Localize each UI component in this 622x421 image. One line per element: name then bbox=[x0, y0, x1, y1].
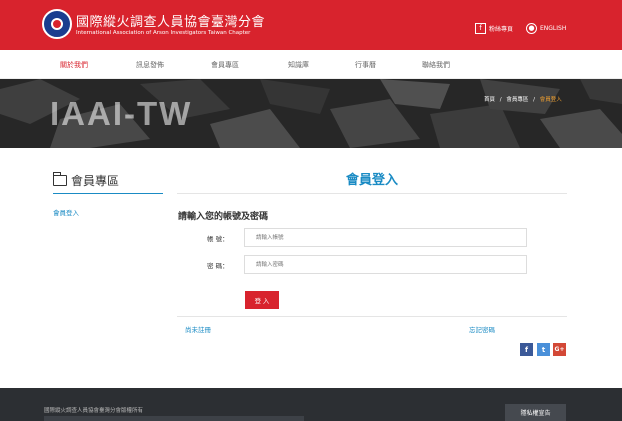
heading-divider bbox=[177, 193, 567, 194]
login-heading: 會員登入 bbox=[345, 173, 398, 188]
sidebar-title: 會員專區 bbox=[52, 172, 120, 189]
site-subtitle: International Association of Arson Inves… bbox=[76, 30, 251, 36]
login-prompt: 請輸入您的帳號及密碼 bbox=[178, 212, 269, 222]
breadcrumb-home[interactable]: 首頁 bbox=[484, 97, 495, 103]
sidebar-item-login[interactable]: 會員登入 bbox=[53, 207, 79, 217]
nav-item-contact[interactable]: 聯絡我們 bbox=[422, 60, 450, 70]
folder-open-icon bbox=[52, 172, 67, 186]
page-banner: IAAI-TW 首頁 / 會員專區 / 會員登入 bbox=[0, 79, 622, 148]
breadcrumb-current: 會員登入 bbox=[539, 97, 562, 103]
top-header: 國際縱火調查人員協會臺灣分會 International Association… bbox=[0, 0, 622, 50]
main-nav: 關於我們 訊息發佈 會員專區 知識庫 行事曆 聯絡我們 bbox=[0, 50, 622, 79]
password-input[interactable] bbox=[244, 255, 527, 274]
breadcrumb-separator: / bbox=[533, 97, 535, 103]
footer-address-line bbox=[44, 416, 304, 421]
facebook-icon: f bbox=[475, 22, 486, 34]
facebook-link-label: 粉絲專頁 bbox=[489, 25, 514, 33]
forgot-password-link[interactable]: 忘記密碼 bbox=[469, 324, 495, 334]
page-footer: 國際縱火調查人員協會臺灣分會版權所有 隱私權宣告 bbox=[0, 388, 622, 421]
twitter-share-icon[interactable]: t bbox=[537, 343, 550, 356]
google-plus-share-icon[interactable]: G+ bbox=[553, 343, 566, 356]
association-logo[interactable] bbox=[42, 9, 72, 39]
site-title[interactable]: 國際縱火調查人員協會臺灣分會 bbox=[76, 11, 265, 30]
nav-item-members[interactable]: 會員專區 bbox=[211, 60, 239, 70]
account-label: 帳 號： bbox=[207, 235, 229, 243]
logo-emblem bbox=[51, 18, 63, 30]
nav-item-calendar[interactable]: 行事曆 bbox=[355, 60, 376, 70]
breadcrumb-separator: / bbox=[499, 97, 502, 103]
account-input[interactable] bbox=[244, 228, 527, 247]
register-link[interactable]: 尚未註冊 bbox=[185, 324, 211, 334]
breadcrumb: 首頁 / 會員專區 / 會員登入 bbox=[484, 95, 562, 103]
password-label: 密 碼： bbox=[207, 262, 229, 270]
sidebar-divider bbox=[53, 193, 163, 194]
footer-copyright: 國際縱火調查人員協會臺灣分會版權所有 bbox=[44, 408, 144, 414]
nav-item-knowledge[interactable]: 知識庫 bbox=[288, 60, 309, 70]
form-divider bbox=[177, 316, 567, 317]
nav-item-news[interactable]: 訊息發佈 bbox=[136, 60, 164, 70]
login-button[interactable]: 登 入 bbox=[245, 291, 279, 309]
english-link-label: ENGLISH bbox=[540, 24, 567, 32]
nav-item-about[interactable]: 關於我們 bbox=[60, 60, 88, 70]
globe-icon: ● bbox=[526, 22, 537, 34]
breadcrumb-members[interactable]: 會員專區 bbox=[506, 97, 528, 103]
sidebar-title-label: 會員專區 bbox=[71, 174, 120, 188]
banner-title: IAAI-TW bbox=[50, 95, 193, 132]
english-link[interactable]: ● ENGLISH bbox=[526, 21, 566, 35]
privacy-policy-button[interactable]: 隱私權宣告 bbox=[505, 404, 566, 421]
facebook-share-icon[interactable]: f bbox=[520, 343, 533, 356]
facebook-fanpage-link[interactable]: f 粉絲專頁 bbox=[475, 21, 513, 35]
